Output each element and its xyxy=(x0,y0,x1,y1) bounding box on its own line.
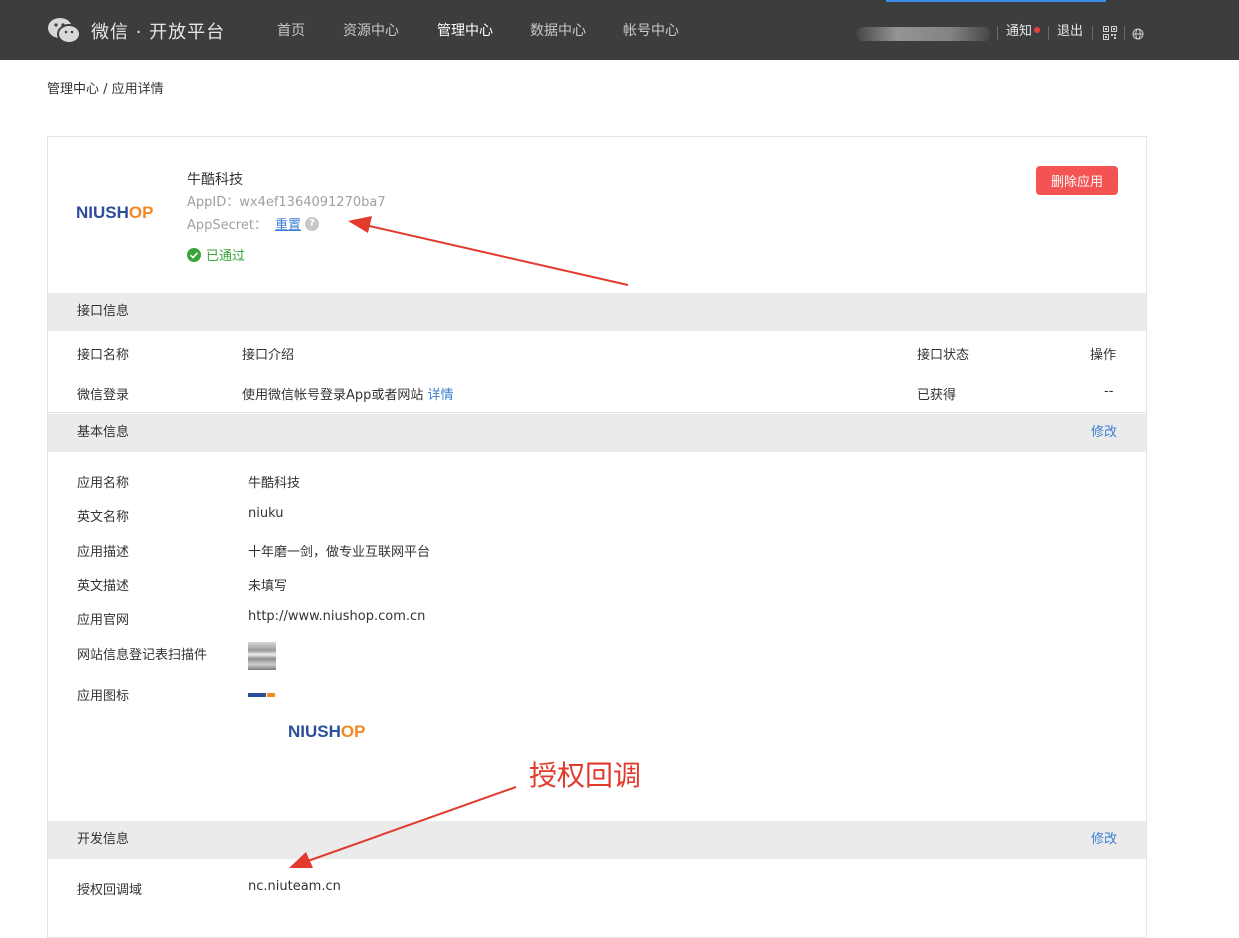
field-label: 应用官网 xyxy=(77,613,130,628)
logo-text: NIUSH xyxy=(288,722,341,740)
api-detail-link[interactable]: 详情 xyxy=(428,388,454,403)
basic-info-header: 基本信息 修改 xyxy=(48,414,1146,452)
nav-account-center[interactable]: 帐号中心 xyxy=(623,0,679,60)
field-value: 未填写 xyxy=(248,579,288,594)
divider xyxy=(1092,26,1093,40)
col-api-desc: 接口介绍 xyxy=(242,348,295,363)
section-title: 接口信息 xyxy=(77,304,130,319)
api-row-desc-text: 使用微信帐号登录App或者网站 xyxy=(242,388,424,403)
status-text: 已通过 xyxy=(206,249,246,264)
divider xyxy=(1048,26,1049,40)
field-label: 网站信息登记表扫描件 xyxy=(77,648,208,663)
callback-domain-value: nc.niuteam.cn xyxy=(248,879,341,894)
wechat-logo-icon xyxy=(48,18,81,44)
api-row-desc: 使用微信帐号登录App或者网站 详情 xyxy=(242,384,454,403)
scan-document-thumbnail[interactable] xyxy=(248,642,276,670)
account-name-redacted[interactable] xyxy=(856,27,991,41)
section-title: 基本信息 xyxy=(77,425,130,440)
nav-resource-center[interactable]: 资源中心 xyxy=(343,0,399,60)
svg-text:NIUSHOP: NIUSHOP xyxy=(288,722,365,740)
platform-title: 微信 · 开放平台 xyxy=(91,22,226,43)
app-icon-small xyxy=(248,693,275,697)
col-api-status: 接口状态 xyxy=(917,348,970,363)
section-title: 开发信息 xyxy=(77,832,130,847)
qrcode-icon[interactable] xyxy=(1103,26,1117,40)
logo-text: NIUSH xyxy=(76,203,129,221)
logout-link[interactable]: 退出 xyxy=(1057,0,1083,60)
col-api-op: 操作 xyxy=(1090,348,1117,363)
app-icon-large: NIUSHOP xyxy=(288,722,365,740)
annotation-text: 授权回调 xyxy=(529,759,642,792)
divider xyxy=(1124,26,1125,40)
field-label: 应用名称 xyxy=(77,476,130,491)
dev-info-header: 开发信息 修改 xyxy=(48,821,1146,859)
app-detail-panel: NIUSHOP 牛酷科技 AppID：wx4ef1364091270ba7 Ap… xyxy=(47,136,1147,938)
api-row-status: 已获得 xyxy=(917,388,957,403)
field-label: 英文名称 xyxy=(77,510,130,525)
review-status: 已通过 xyxy=(187,245,245,264)
field-label: 应用图标 xyxy=(77,689,130,704)
callback-domain-label: 授权回调域 xyxy=(77,883,143,898)
field-value: 十年磨一剑，做专业互联网平台 xyxy=(248,545,431,560)
unread-dot xyxy=(1034,27,1040,33)
reset-secret-link[interactable]: 重置 xyxy=(275,214,301,233)
divider xyxy=(997,26,998,40)
svg-text:NIUSHOP: NIUSHOP xyxy=(76,203,153,221)
nav-management-center[interactable]: 管理中心 xyxy=(437,0,493,60)
field-value: http://www.niushop.com.cn xyxy=(248,609,426,624)
app-secret-label: AppSecret： xyxy=(187,218,267,233)
nav-home[interactable]: 首页 xyxy=(277,0,305,60)
app-secret-row: AppSecret： 重置 ? xyxy=(187,214,319,233)
api-row-name: 微信登录 xyxy=(77,388,130,403)
divider xyxy=(48,412,1146,413)
notifications-link[interactable]: 通知 xyxy=(1006,0,1032,60)
delete-app-button[interactable]: 删除应用 xyxy=(1036,166,1118,195)
platform-logo[interactable]: 微信 · 开放平台 xyxy=(47,16,225,46)
help-icon[interactable]: ? xyxy=(304,216,319,231)
breadcrumb: 管理中心 / 应用详情 xyxy=(47,82,164,97)
field-label: 英文描述 xyxy=(77,579,130,594)
edit-dev-info-link[interactable]: 修改 xyxy=(1091,821,1117,859)
app-name: 牛酷科技 xyxy=(187,172,243,188)
logo-text-accent: OP xyxy=(341,722,366,740)
top-nav-bar: 微信 · 开放平台 首页 资源中心 管理中心 数据中心 帐号中心 通知 退出 xyxy=(0,0,1239,60)
api-info-header: 接口信息 xyxy=(48,293,1146,331)
field-label: 应用描述 xyxy=(77,545,130,560)
col-api-name: 接口名称 xyxy=(77,348,130,363)
globe-icon[interactable] xyxy=(1132,28,1144,40)
app-id: AppID：wx4ef1364091270ba7 xyxy=(187,195,386,210)
check-circle-icon xyxy=(187,247,201,262)
field-value: 牛酷科技 xyxy=(248,476,301,491)
nav-data-center[interactable]: 数据中心 xyxy=(530,0,586,60)
niushop-logo: NIUSHOP xyxy=(76,203,153,221)
logo-text-accent: OP xyxy=(129,203,154,221)
edit-basic-info-link[interactable]: 修改 xyxy=(1091,414,1117,452)
field-value: niuku xyxy=(248,506,284,521)
api-row-op: -- xyxy=(1104,384,1114,399)
